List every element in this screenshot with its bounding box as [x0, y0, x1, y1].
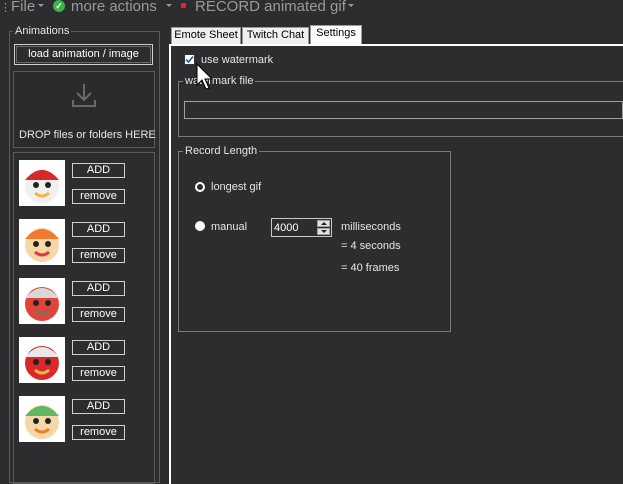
menu-grip: ⋮ — [0, 2, 11, 14]
manual-ms-input[interactable]: 4000 — [271, 218, 332, 237]
emote-image — [19, 337, 65, 383]
frames-text: = 40 frames — [341, 262, 400, 274]
remove-animation-button[interactable]: remove — [72, 189, 125, 204]
chevron-down-icon — [321, 230, 327, 233]
drop-zone[interactable]: DROP files or folders HERE — [13, 71, 156, 148]
chevron-down-icon — [38, 4, 44, 7]
tab-twitch-chat[interactable]: Twitch Chat — [242, 27, 309, 44]
tab-settings[interactable]: Settings — [310, 25, 362, 45]
download-icon — [72, 84, 96, 107]
manual-label: manual — [211, 221, 248, 233]
tab-emote-sheet[interactable]: Emote Sheet — [171, 27, 241, 44]
watermark-file-input[interactable] — [184, 101, 623, 119]
emote-thumbnail — [19, 160, 65, 206]
longest-gif-label: longest gif — [211, 181, 262, 193]
remove-animation-button[interactable]: remove — [72, 425, 125, 440]
seconds-text: = 4 seconds — [341, 240, 401, 252]
record-length-title: Record Length — [183, 145, 260, 157]
emote-thumbnail — [19, 219, 65, 265]
remove-animation-button[interactable]: remove — [72, 366, 125, 381]
load-animation-label: load animation / image — [28, 48, 139, 60]
add-animation-button[interactable]: ADD — [72, 281, 125, 296]
milliseconds-label: milliseconds — [341, 221, 401, 233]
remove-animation-button[interactable]: remove — [72, 307, 125, 322]
record-icon — [181, 3, 186, 8]
add-animation-button[interactable]: ADD — [72, 163, 125, 178]
use-watermark-checkbox[interactable] — [184, 54, 195, 65]
spin-up-button[interactable] — [317, 220, 330, 227]
radio-dot — [199, 186, 201, 188]
emote-image — [19, 160, 65, 206]
chevron-down-icon — [166, 4, 172, 7]
watermark-file-title: watermark file — [183, 75, 256, 87]
add-animation-button[interactable]: ADD — [72, 399, 125, 414]
emote-image — [19, 278, 65, 324]
manual-radio[interactable] — [195, 221, 205, 231]
record-length-group — [178, 151, 451, 332]
check-circle-icon: ✓ — [53, 0, 65, 12]
mouse-cursor-icon — [196, 63, 214, 90]
add-animation-button[interactable]: ADD — [72, 340, 125, 355]
menu-bar: ⋮ File ✓ more actions RECORD animated gi… — [0, 0, 623, 17]
emote-thumbnail — [19, 337, 65, 383]
record-gif-menu[interactable]: RECORD animated gif — [195, 0, 346, 15]
emote-image — [19, 219, 65, 265]
add-animation-button[interactable]: ADD — [72, 222, 125, 237]
chevron-down-icon — [348, 4, 354, 7]
remove-animation-button[interactable]: remove — [72, 248, 125, 263]
file-menu[interactable]: File — [11, 0, 35, 15]
animations-group-title: Animations — [13, 25, 72, 37]
check-icon — [185, 55, 194, 64]
spin-down-button[interactable] — [317, 228, 330, 235]
drop-zone-label: DROP files or folders HERE — [19, 129, 156, 141]
longest-gif-radio[interactable] — [195, 182, 205, 192]
emote-image — [19, 396, 65, 442]
more-actions-menu[interactable]: more actions — [71, 0, 157, 15]
manual-ms-value: 4000 — [274, 222, 299, 234]
emote-thumbnail — [19, 396, 65, 442]
chevron-up-icon — [321, 222, 327, 225]
load-animation-button[interactable]: load animation / image — [14, 44, 153, 65]
emote-thumbnail — [19, 278, 65, 324]
